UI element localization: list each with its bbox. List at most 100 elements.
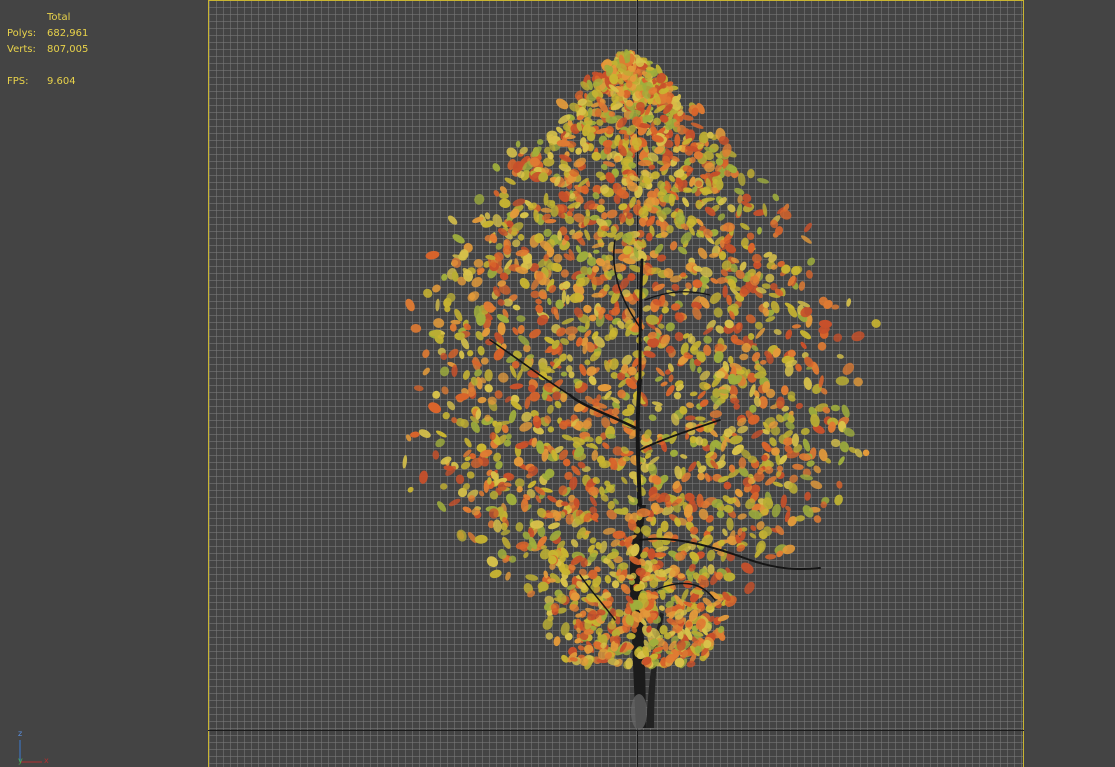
leaf [489, 569, 502, 579]
leaf [750, 525, 757, 532]
leaf [547, 404, 554, 414]
leaf [813, 515, 822, 523]
leaf [492, 214, 503, 228]
leaf [798, 281, 806, 291]
leaf [713, 307, 723, 318]
leaf [407, 486, 414, 493]
leaf [442, 412, 450, 420]
verts-label: Verts: [7, 44, 36, 55]
leaf [817, 342, 827, 351]
leaf [800, 341, 807, 350]
leaf [765, 273, 775, 283]
leaf [484, 369, 493, 382]
leaf [747, 242, 755, 254]
leaf [470, 421, 480, 433]
leaf [504, 177, 516, 185]
tree-model-icon[interactable] [0, 0, 1115, 767]
leaf [749, 532, 757, 539]
leaf [686, 660, 696, 668]
leaf [699, 381, 710, 391]
leaf [547, 426, 554, 433]
verts-value: 807,005 [47, 44, 89, 55]
leaf [449, 323, 457, 332]
leaf [440, 483, 448, 490]
leaf [422, 367, 430, 376]
leaf [834, 494, 843, 506]
leaf [587, 256, 597, 267]
leaf [805, 270, 813, 279]
leaf [795, 402, 803, 409]
leaf [505, 571, 511, 581]
leaf [871, 319, 881, 328]
leaf [486, 556, 499, 568]
leaf [706, 549, 716, 562]
leaf [665, 322, 675, 332]
leaf [428, 402, 442, 414]
leaf [737, 513, 747, 520]
leaf [836, 480, 843, 489]
leaf [545, 632, 553, 640]
leaf [838, 456, 845, 466]
leaf [515, 140, 521, 148]
leaf [833, 333, 843, 342]
leaf [831, 438, 841, 448]
leaf [851, 331, 865, 342]
leaf [474, 194, 485, 205]
leaf [502, 245, 512, 255]
leaf [448, 348, 459, 359]
leaf [621, 476, 628, 485]
leaf [804, 491, 811, 501]
leaf [459, 350, 465, 360]
leaf [493, 519, 502, 533]
leaf [846, 298, 852, 307]
leaf [689, 391, 698, 397]
leaf [435, 438, 445, 448]
leaf [593, 249, 600, 254]
leaf [688, 461, 697, 472]
leaf [560, 371, 568, 377]
leaf [836, 354, 844, 359]
leaf [495, 242, 503, 250]
leaf [467, 350, 474, 357]
leaf [462, 370, 470, 380]
leaf [565, 294, 570, 305]
axis-gizmo-icon: z y x [12, 728, 57, 766]
leaf [460, 461, 471, 470]
leaf [791, 324, 802, 329]
leaf [602, 442, 610, 450]
leaf [606, 209, 618, 219]
leaf [519, 277, 530, 289]
leaf [525, 574, 539, 581]
polys-value: 682,961 [47, 28, 89, 39]
leaf [435, 298, 440, 312]
leaf [410, 323, 422, 333]
leaf [670, 449, 678, 457]
perspective-viewport[interactable]: Total Polys: 682,961 Verts: 807,005 FPS:… [0, 0, 1115, 767]
axis-z-label: z [18, 729, 23, 738]
leaf [464, 437, 472, 448]
leaf [515, 522, 524, 532]
leaf [717, 213, 726, 221]
leaf [677, 246, 688, 255]
leaf [441, 273, 448, 281]
leaf [807, 257, 816, 266]
leaf [583, 304, 592, 314]
leaf [760, 359, 767, 365]
leaf [661, 306, 669, 314]
leaf [804, 222, 812, 233]
leaf [477, 396, 487, 404]
leaf [645, 66, 655, 71]
leaf [478, 490, 485, 497]
leaf [745, 314, 756, 324]
leaf [432, 390, 441, 399]
leaf [841, 404, 850, 418]
leaf [648, 414, 657, 422]
leaf [418, 429, 431, 438]
leaf [671, 283, 680, 291]
leaf [727, 204, 736, 213]
leaf [509, 383, 524, 390]
leaf [462, 506, 472, 513]
leaf [658, 605, 665, 611]
leaf [655, 367, 665, 377]
leaf [803, 377, 812, 391]
